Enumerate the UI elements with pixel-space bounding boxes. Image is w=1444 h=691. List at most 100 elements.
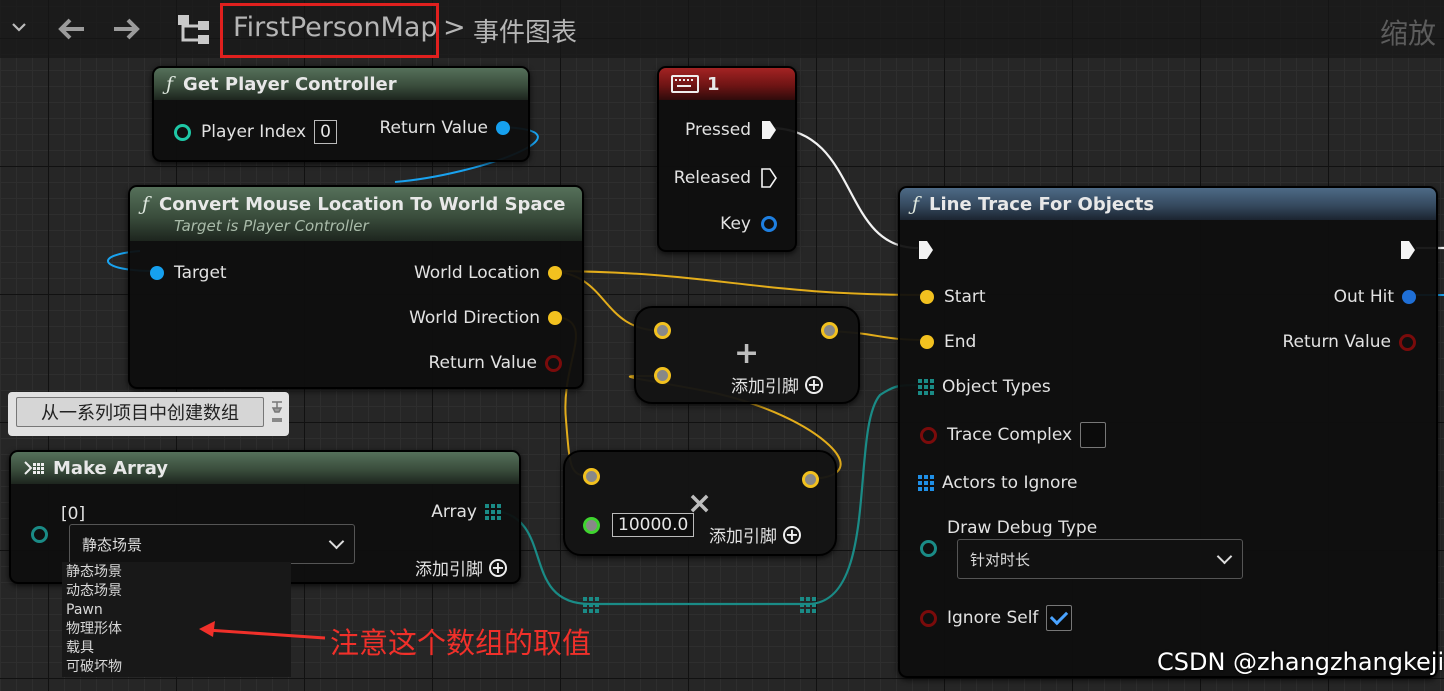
node-header[interactable]: Make Array [11, 452, 519, 484]
pin-end[interactable]: End [920, 332, 976, 352]
breadcrumb-graph[interactable]: 事件图表 [473, 12, 577, 49]
collapse-chevron-icon[interactable] [10, 18, 28, 40]
pin-return-value[interactable]: Return Value [379, 118, 510, 138]
pin-world-direction[interactable]: World Direction [409, 308, 562, 328]
dropdown-option[interactable]: 静态场景 [62, 563, 291, 582]
node-convert-mouse-location[interactable]: ƒ Convert Mouse Location To World Space … [128, 185, 584, 389]
add-pin-label: 添加引脚 [731, 377, 799, 397]
exec-pin-icon[interactable] [1400, 240, 1416, 260]
pin-label: World Direction [409, 308, 540, 328]
pin-label: Start [944, 287, 986, 307]
enum-pin-icon[interactable] [31, 526, 48, 543]
pin-array-out[interactable]: Array [431, 502, 501, 522]
breadcrumb-separator: > [443, 12, 466, 43]
node-header[interactable]: ƒ Get Player Controller [154, 68, 528, 100]
trace-complex-checkbox[interactable] [1080, 422, 1107, 448]
pin-add-out[interactable] [821, 322, 838, 339]
dropdown-value: 静态场景 [82, 535, 143, 554]
pin-player-index[interactable]: Player Index 0 [174, 120, 337, 144]
bool-pin-icon[interactable] [920, 609, 937, 627]
bool-pin-icon[interactable] [1399, 333, 1416, 351]
pin-trace-complex[interactable]: Trace Complex [920, 422, 1107, 448]
pin-world-location[interactable]: World Location [414, 263, 562, 283]
array-pin-icon[interactable] [918, 379, 934, 395]
pin-add-a[interactable] [654, 322, 671, 339]
add-pin-button[interactable]: 添加引脚 + [731, 372, 823, 397]
add-pin-button[interactable]: 添加引脚 + [415, 555, 507, 580]
add-pin-button[interactable]: 添加引脚 + [709, 522, 801, 547]
pin-out-hit[interactable]: Out Hit [1334, 287, 1416, 307]
pin-multiply-a[interactable] [583, 468, 600, 485]
pin-label: [0] [61, 504, 86, 524]
draw-debug-type-dropdown[interactable]: 针对时长 [957, 539, 1243, 579]
annotation-text: 注意这个数组的取值 [330, 626, 592, 660]
reroute-node-icon[interactable] [800, 597, 816, 613]
pin-element-0[interactable] [31, 526, 48, 543]
reroute-node-icon[interactable] [583, 597, 599, 613]
vector-pin-icon[interactable] [654, 367, 671, 384]
pin-actors-to-ignore[interactable]: Actors to Ignore [918, 473, 1078, 493]
node-header[interactable]: 1 [659, 68, 795, 100]
vector-pin-icon[interactable] [654, 322, 671, 339]
node-key-event[interactable]: 1 Pressed Released Key [657, 66, 797, 252]
pin-exec-out[interactable] [1400, 240, 1416, 260]
array-pin-icon[interactable] [485, 504, 501, 520]
int-pin-icon[interactable] [174, 123, 191, 141]
multiply-value-input[interactable]: 10000.0 [612, 513, 695, 537]
array-pin-icon[interactable] [918, 475, 934, 491]
keyboard-icon [671, 75, 699, 93]
breadcrumb-map[interactable]: FirstPersonMap [233, 12, 438, 43]
bool-pin-icon[interactable] [545, 354, 562, 372]
vector-pin-icon[interactable] [920, 290, 934, 304]
object-pin-icon[interactable] [150, 266, 164, 280]
pin-exec-in[interactable] [918, 240, 934, 260]
pin-ignore-self[interactable]: Ignore Self [920, 605, 1073, 631]
object-pin-icon[interactable] [496, 121, 510, 135]
node-header[interactable]: ƒ Convert Mouse Location To World Space … [130, 187, 582, 241]
float-pin-icon[interactable] [583, 516, 600, 534]
vector-pin-icon[interactable] [583, 468, 600, 485]
pin-draw-debug-type[interactable] [920, 540, 937, 557]
plus-circle-icon: + [489, 558, 507, 577]
struct-pin-icon[interactable] [761, 216, 777, 232]
dropdown-option[interactable]: 可破坏物 [62, 658, 291, 677]
node-header[interactable]: ƒ Line Trace For Objects [900, 188, 1436, 220]
enum-pin-icon[interactable] [920, 540, 937, 557]
pin-key[interactable]: Key [720, 214, 777, 234]
pin-add-b[interactable] [654, 367, 671, 384]
element-0-dropdown[interactable]: 静态场景 [69, 524, 355, 564]
pin-multiply-b[interactable]: 10000.0 [583, 513, 695, 537]
vector-pin-icon[interactable] [920, 335, 934, 349]
make-array-icon [23, 459, 45, 477]
pin-start[interactable]: Start [920, 287, 986, 307]
node-add-vector[interactable]: + 添加引脚 + [634, 306, 860, 404]
pin-object-types[interactable]: Object Types [918, 377, 1051, 397]
pin-return-value[interactable]: Return Value [428, 353, 562, 373]
node-multiply-vector[interactable]: × 10000.0 添加引脚 + [563, 450, 837, 556]
pin-label: Return Value [428, 353, 538, 373]
forward-arrow-icon[interactable] [112, 16, 142, 46]
player-index-input[interactable]: 0 [314, 120, 337, 144]
struct-pin-icon[interactable] [1402, 290, 1416, 304]
pin-released[interactable]: Released [674, 168, 777, 188]
vector-pin-icon[interactable] [548, 266, 562, 280]
pin-label: Return Value [379, 118, 489, 138]
pin-multiply-out[interactable] [802, 471, 819, 488]
vector-pin-icon[interactable] [821, 322, 838, 339]
exec-pin-icon[interactable] [761, 120, 777, 140]
dropdown-option[interactable]: 动态场景 [62, 582, 291, 601]
back-arrow-icon[interactable] [56, 16, 86, 46]
node-line-trace-for-objects[interactable]: ƒ Line Trace For Objects Start Out Hit E… [898, 186, 1438, 678]
pin-pressed[interactable]: Pressed [685, 120, 777, 140]
pin-target[interactable]: Target [150, 263, 227, 283]
bool-pin-icon[interactable] [920, 426, 937, 444]
ignore-self-checkbox[interactable] [1046, 605, 1073, 631]
exec-pin-icon[interactable] [918, 240, 934, 260]
vector-pin-icon[interactable] [802, 471, 819, 488]
node-title: Get Player Controller [183, 73, 397, 95]
node-get-player-controller[interactable]: ƒ Get Player Controller Player Index 0 R… [152, 66, 530, 162]
pin-return-value[interactable]: Return Value [1283, 332, 1416, 352]
annotation-arrow-icon [199, 621, 326, 640]
vector-pin-icon[interactable] [548, 311, 562, 325]
exec-pin-icon[interactable] [761, 168, 777, 188]
